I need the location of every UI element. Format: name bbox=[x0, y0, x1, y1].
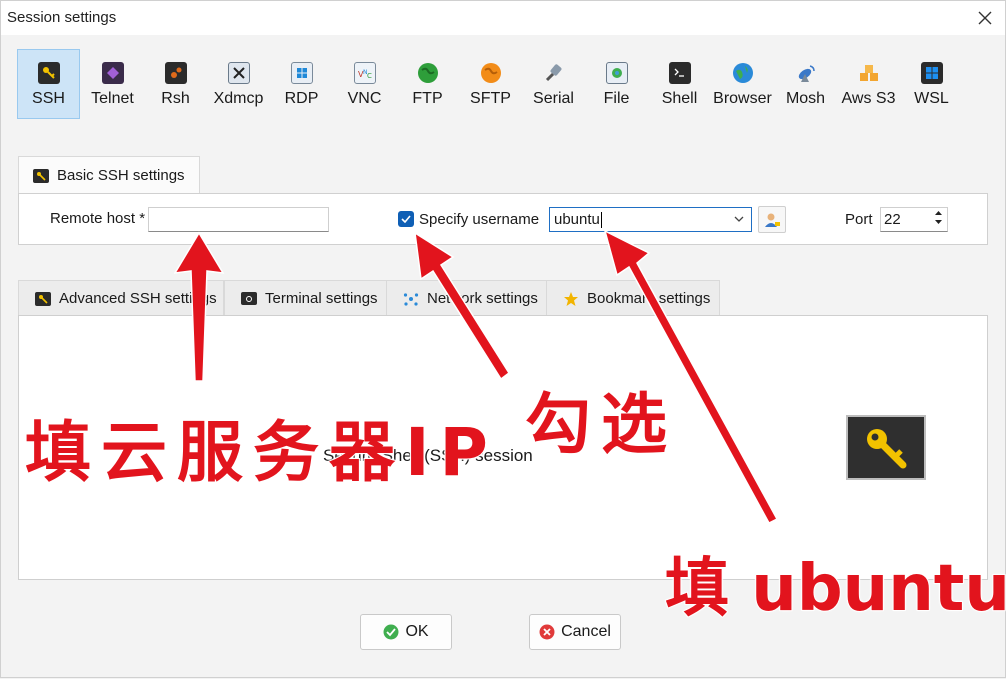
session-type-rsh[interactable]: Rsh bbox=[144, 49, 207, 119]
session-type-serial[interactable]: Serial bbox=[522, 49, 585, 119]
network-icon bbox=[403, 292, 419, 306]
user-icon bbox=[765, 213, 780, 227]
shell-terminal-icon bbox=[668, 62, 691, 84]
terminal-icon bbox=[241, 292, 257, 305]
svg-text:C: C bbox=[367, 72, 372, 79]
session-type-shell[interactable]: Shell bbox=[648, 49, 711, 119]
session-type-label: Xdmcp bbox=[213, 90, 264, 107]
vnc-icon: VNC bbox=[353, 62, 376, 84]
session-type-label: Telnet bbox=[91, 90, 134, 107]
user-manager-button[interactable] bbox=[758, 206, 786, 233]
ssh-key-icon bbox=[846, 415, 926, 480]
cancel-circle-icon bbox=[539, 624, 555, 640]
close-icon bbox=[978, 11, 992, 25]
check-icon bbox=[401, 215, 411, 223]
session-type-label: Browser bbox=[713, 90, 772, 107]
aws-s3-icon bbox=[858, 62, 880, 84]
session-type-telnet[interactable]: Telnet bbox=[81, 49, 144, 119]
port-spinbox[interactable]: 22 bbox=[880, 207, 948, 232]
tab-network-settings[interactable]: Network settings bbox=[386, 280, 547, 316]
session-type-aws-s3[interactable]: Aws S3 bbox=[837, 49, 900, 119]
annotation-host-text: 填云服务器IP bbox=[24, 413, 498, 492]
wsl-windows-icon bbox=[920, 62, 943, 84]
tab-label: Terminal settings bbox=[265, 290, 378, 307]
session-type-vnc[interactable]: VNC VNC bbox=[333, 49, 396, 119]
ssh-key-icon bbox=[33, 168, 49, 183]
xdmcp-icon bbox=[227, 62, 250, 84]
browser-globe-icon bbox=[732, 62, 754, 84]
serial-plug-icon bbox=[543, 62, 565, 84]
session-type-rdp[interactable]: RDP bbox=[270, 49, 333, 119]
telnet-icon bbox=[101, 62, 124, 84]
session-type-label: Rsh bbox=[161, 90, 190, 107]
session-type-label: SSH bbox=[32, 90, 65, 107]
specify-username-checkbox[interactable] bbox=[398, 211, 414, 227]
text-cursor bbox=[600, 211, 602, 228]
session-type-xdmcp[interactable]: Xdmcp bbox=[207, 49, 270, 119]
tab-terminal-settings[interactable]: Terminal settings bbox=[224, 280, 387, 316]
session-type-label: SFTP bbox=[470, 90, 511, 107]
session-type-browser[interactable]: Browser bbox=[711, 49, 774, 119]
cancel-label: Cancel bbox=[561, 623, 611, 640]
session-type-ftp[interactable]: FTP bbox=[396, 49, 459, 119]
sftp-globe-icon bbox=[480, 62, 502, 84]
check-circle-icon bbox=[383, 624, 399, 640]
session-type-label: WSL bbox=[914, 90, 949, 107]
session-type-file[interactable]: File bbox=[585, 49, 648, 119]
tab-label: Basic SSH settings bbox=[57, 167, 185, 184]
session-type-mosh[interactable]: Mosh bbox=[774, 49, 837, 119]
session-type-label: Mosh bbox=[785, 90, 826, 107]
ok-button[interactable]: OK bbox=[360, 614, 452, 650]
remote-host-label: Remote host * bbox=[50, 210, 146, 227]
cancel-button[interactable]: Cancel bbox=[529, 614, 621, 650]
tab-label: Bookmark settings bbox=[587, 290, 711, 307]
session-settings-window: Session settings SSH Telnet Rsh Xdmcp RD… bbox=[0, 0, 1006, 678]
tab-bookmark-settings[interactable]: Bookmark settings bbox=[546, 280, 720, 316]
session-type-label: Aws S3 bbox=[841, 90, 896, 107]
session-type-sftp[interactable]: SFTP bbox=[459, 49, 522, 119]
annotation-checkbox-text: 勾选 bbox=[524, 385, 677, 464]
port-label: Port bbox=[845, 211, 873, 228]
file-monitor-icon bbox=[605, 62, 628, 84]
star-icon bbox=[564, 291, 578, 306]
session-type-toolbar: SSH Telnet Rsh Xdmcp RDP V N C VNC FTP S… bbox=[17, 49, 977, 121]
chevron-down-icon[interactable] bbox=[733, 213, 745, 225]
ssh-key-icon bbox=[37, 62, 60, 84]
spin-down-icon[interactable] bbox=[934, 219, 943, 225]
session-type-wsl[interactable]: WSL bbox=[900, 49, 963, 119]
rsh-icon bbox=[164, 62, 187, 84]
tab-basic-ssh-settings[interactable]: Basic SSH settings bbox=[18, 156, 200, 194]
remote-host-input[interactable] bbox=[148, 207, 329, 232]
session-type-label: Serial bbox=[533, 90, 574, 107]
username-combobox[interactable]: ubuntu bbox=[549, 207, 752, 232]
tab-advanced-ssh-settings[interactable]: Advanced SSH settings bbox=[18, 280, 224, 316]
title-bar: Session settings bbox=[1, 1, 1005, 35]
session-type-label: FTP bbox=[412, 90, 443, 107]
rdp-icon bbox=[290, 62, 313, 84]
window-title: Session settings bbox=[7, 9, 117, 26]
session-type-label: VNC bbox=[347, 90, 382, 107]
session-type-label: RDP bbox=[284, 90, 319, 107]
mosh-satellite-icon bbox=[795, 62, 817, 84]
spin-up-icon[interactable] bbox=[934, 210, 943, 216]
username-value: ubuntu bbox=[554, 211, 600, 228]
ftp-globe-icon bbox=[417, 62, 439, 84]
session-type-ssh[interactable]: SSH bbox=[17, 49, 80, 119]
key-icon bbox=[35, 291, 51, 306]
tab-label: Advanced SSH settings bbox=[59, 290, 217, 307]
annotation-username-text: 填 ubuntu bbox=[664, 551, 1006, 627]
ok-label: OK bbox=[405, 623, 429, 640]
close-button[interactable] bbox=[971, 5, 999, 31]
tab-label: Network settings bbox=[427, 290, 538, 307]
specify-username-label[interactable]: Specify username bbox=[419, 211, 539, 228]
port-value: 22 bbox=[884, 211, 901, 228]
session-type-label: Shell bbox=[661, 90, 698, 107]
session-type-label: File bbox=[603, 90, 630, 107]
